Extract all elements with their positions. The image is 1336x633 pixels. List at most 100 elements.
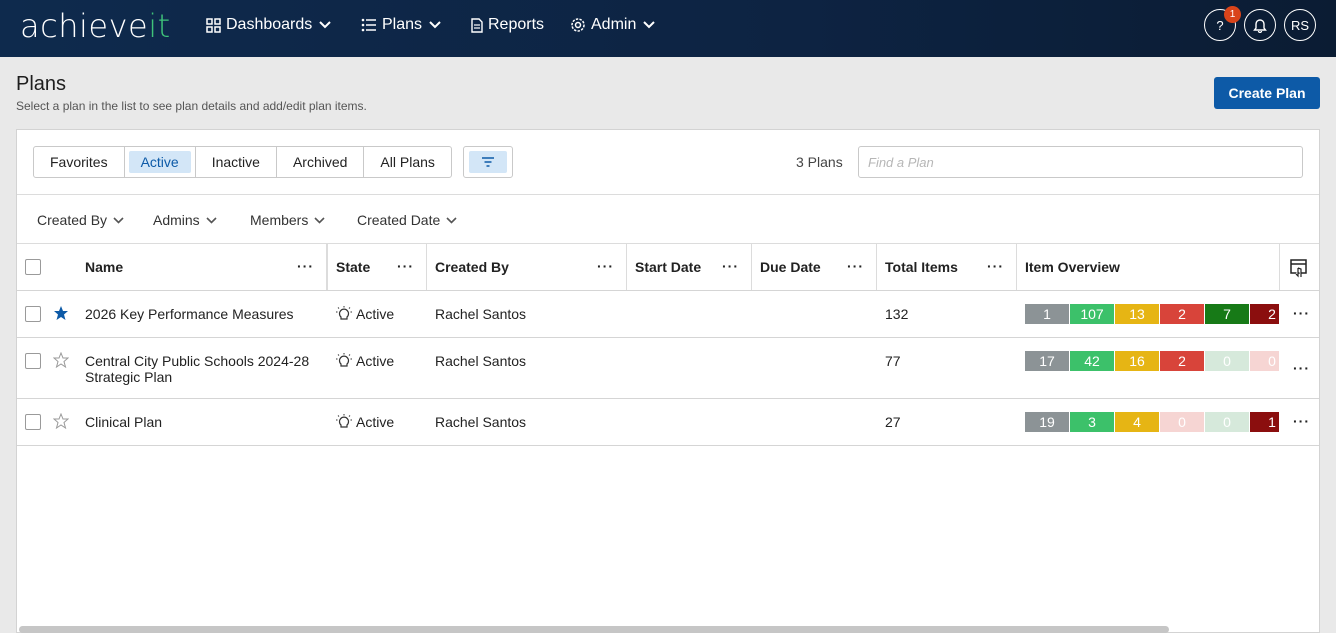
column-created-by-label: Created By <box>435 259 509 275</box>
filter-members-label: Members <box>250 212 309 228</box>
column-chooser-button[interactable] <box>1290 259 1308 286</box>
column-start-date-label: Start Date <box>635 259 702 275</box>
row-checkbox[interactable] <box>25 414 41 430</box>
column-menu-icon[interactable]: ··· <box>987 258 1004 274</box>
plan-name-line-1: Central City Public Schools 2024-28 <box>85 353 310 369</box>
plans-panel: Favorites Active Inactive Archived All P… <box>16 129 1320 633</box>
row-actions-menu-icon[interactable]: ··· <box>1293 360 1310 376</box>
favorite-star-outline-icon[interactable] <box>53 413 69 429</box>
plan-name[interactable]: 2026 Key Performance Measures <box>85 306 294 322</box>
achieveit-logo[interactable]: achieveit <box>20 7 171 45</box>
nav-reports-label: Reports <box>488 16 545 33</box>
overview-segment-dark-green[interactable]: 0 <box>1205 412 1249 432</box>
filter-members-dropdown[interactable]: Members <box>250 212 325 228</box>
overview-segment-red[interactable]: 2 <box>1160 304 1204 324</box>
filter-created-date-label: Created Date <box>357 212 441 228</box>
overview-segment-light-green[interactable]: 107 <box>1070 304 1114 324</box>
item-overview-bar: 19 3 4 0 0 1 <box>1025 412 1279 432</box>
overview-segment-dark-red[interactable]: 1 <box>1250 412 1279 432</box>
filter-created-date-dropdown[interactable]: Created Date <box>357 212 457 228</box>
overview-segment-light-green[interactable]: 42 <box>1070 351 1114 371</box>
overview-segment-dark-green[interactable]: 0 <box>1205 351 1249 371</box>
chevron-down-icon <box>314 216 325 224</box>
column-header-total-items[interactable]: Total Items ··· <box>877 244 1017 290</box>
column-header-due-date[interactable]: Due Date ··· <box>752 244 877 290</box>
overview-segment-yellow[interactable]: 16 <box>1115 351 1159 371</box>
column-menu-icon[interactable]: ··· <box>597 258 614 274</box>
plan-count: 3 Plans <box>796 154 843 170</box>
plan-name[interactable]: Central City Public Schools 2024-28 Stra… <box>85 353 309 385</box>
notifications-button[interactable] <box>1244 9 1276 41</box>
column-header-start-date[interactable]: Start Date ··· <box>627 244 752 290</box>
logo-text: achieve <box>20 7 149 45</box>
row-actions-menu-icon[interactable]: ··· <box>1293 305 1310 321</box>
table-row[interactable]: 2026 Key Performance Measures Active Rac… <box>17 291 1319 338</box>
column-menu-icon[interactable]: ··· <box>297 258 314 274</box>
overview-segment-light-green[interactable]: 3 <box>1070 412 1114 432</box>
column-due-date-label: Due Date <box>760 259 821 275</box>
horizontal-scrollbar[interactable] <box>19 626 1169 633</box>
tab-favorites[interactable]: Favorites <box>34 147 125 177</box>
plan-status-tabs: Favorites Active Inactive Archived All P… <box>33 146 452 178</box>
overview-segment-red[interactable]: 2 <box>1160 351 1204 371</box>
row-checkbox[interactable] <box>25 306 41 322</box>
plan-created-by: Rachel Santos <box>435 306 527 322</box>
create-plan-button[interactable]: Create Plan <box>1214 77 1320 109</box>
filter-dropdown-row: Created By Admins Members Created Date <box>17 194 1319 244</box>
help-button[interactable]: ? 1 <box>1204 6 1241 41</box>
plan-name[interactable]: Clinical Plan <box>85 414 162 430</box>
tab-active-label: Active <box>128 151 191 173</box>
column-menu-icon[interactable]: ··· <box>847 258 864 274</box>
column-header-name[interactable]: Name ··· <box>77 244 327 290</box>
column-header-item-overview[interactable]: Item Overview <box>1017 244 1280 290</box>
overview-segment-yellow[interactable]: 13 <box>1115 304 1159 324</box>
overview-segment-yellow[interactable]: 4 <box>1115 412 1159 432</box>
nav-plans[interactable]: Plans <box>361 0 441 50</box>
overview-segment-red[interactable]: 0 <box>1160 412 1204 432</box>
plan-name-line-2: Strategic Plan <box>85 369 173 385</box>
gear-icon <box>571 18 585 32</box>
tab-all-plans[interactable]: All Plans <box>364 147 450 177</box>
column-menu-icon[interactable]: ··· <box>397 258 414 274</box>
filter-created-by-dropdown[interactable]: Created By <box>37 212 124 228</box>
row-actions-menu-icon[interactable]: ··· <box>1293 413 1310 429</box>
table-row[interactable]: Clinical Plan Active Rachel Santos 27 19… <box>17 399 1319 446</box>
plan-state: Active <box>335 306 394 322</box>
nav-plans-label: Plans <box>382 16 423 33</box>
plan-state: Active <box>335 353 394 369</box>
overview-segment-dark-red[interactable]: 2 <box>1250 304 1279 324</box>
filter-toggle-button[interactable] <box>463 146 513 178</box>
tab-archived[interactable]: Archived <box>277 147 365 177</box>
nav-dashboards[interactable]: Dashboards <box>206 0 331 50</box>
chevron-down-icon <box>643 21 656 29</box>
table-row[interactable]: Central City Public Schools 2024-28 Stra… <box>17 338 1319 399</box>
column-menu-icon[interactable]: ··· <box>722 258 739 274</box>
overview-segment-gray[interactable]: 1 <box>1025 304 1069 324</box>
nav-admin[interactable]: Admin <box>570 0 656 50</box>
column-header-created-by[interactable]: Created By ··· <box>427 244 627 290</box>
plan-state-label: Active <box>356 353 395 369</box>
tab-inactive[interactable]: Inactive <box>196 147 277 177</box>
item-overview-bar: 17 42 16 2 0 0 <box>1025 351 1279 371</box>
select-all-checkbox[interactable] <box>25 259 41 275</box>
overview-segment-gray[interactable]: 19 <box>1025 412 1069 432</box>
overview-segment-dark-red[interactable]: 0 <box>1250 351 1279 371</box>
column-state-label: State <box>336 259 371 275</box>
filter-admins-dropdown[interactable]: Admins <box>153 212 217 228</box>
plan-state-label: Active <box>356 306 395 322</box>
tab-all-plans-label: All Plans <box>380 154 435 170</box>
column-header-state[interactable]: State ··· <box>327 244 427 290</box>
find-plan-search-input[interactable] <box>858 146 1303 178</box>
lightbulb-icon <box>336 353 352 367</box>
nav-reports[interactable]: Reports <box>471 0 544 50</box>
plan-created-by: Rachel Santos <box>435 353 527 369</box>
tab-active[interactable]: Active <box>125 147 196 177</box>
filter-icon <box>482 157 494 167</box>
overview-segment-gray[interactable]: 17 <box>1025 351 1069 371</box>
row-checkbox[interactable] <box>25 353 41 369</box>
favorite-star-filled-icon[interactable] <box>53 305 69 321</box>
overview-segment-dark-green[interactable]: 7 <box>1205 304 1249 324</box>
favorite-star-outline-icon[interactable] <box>53 352 69 368</box>
question-mark-icon: ? <box>1216 17 1224 33</box>
user-avatar[interactable]: RS <box>1284 9 1316 41</box>
